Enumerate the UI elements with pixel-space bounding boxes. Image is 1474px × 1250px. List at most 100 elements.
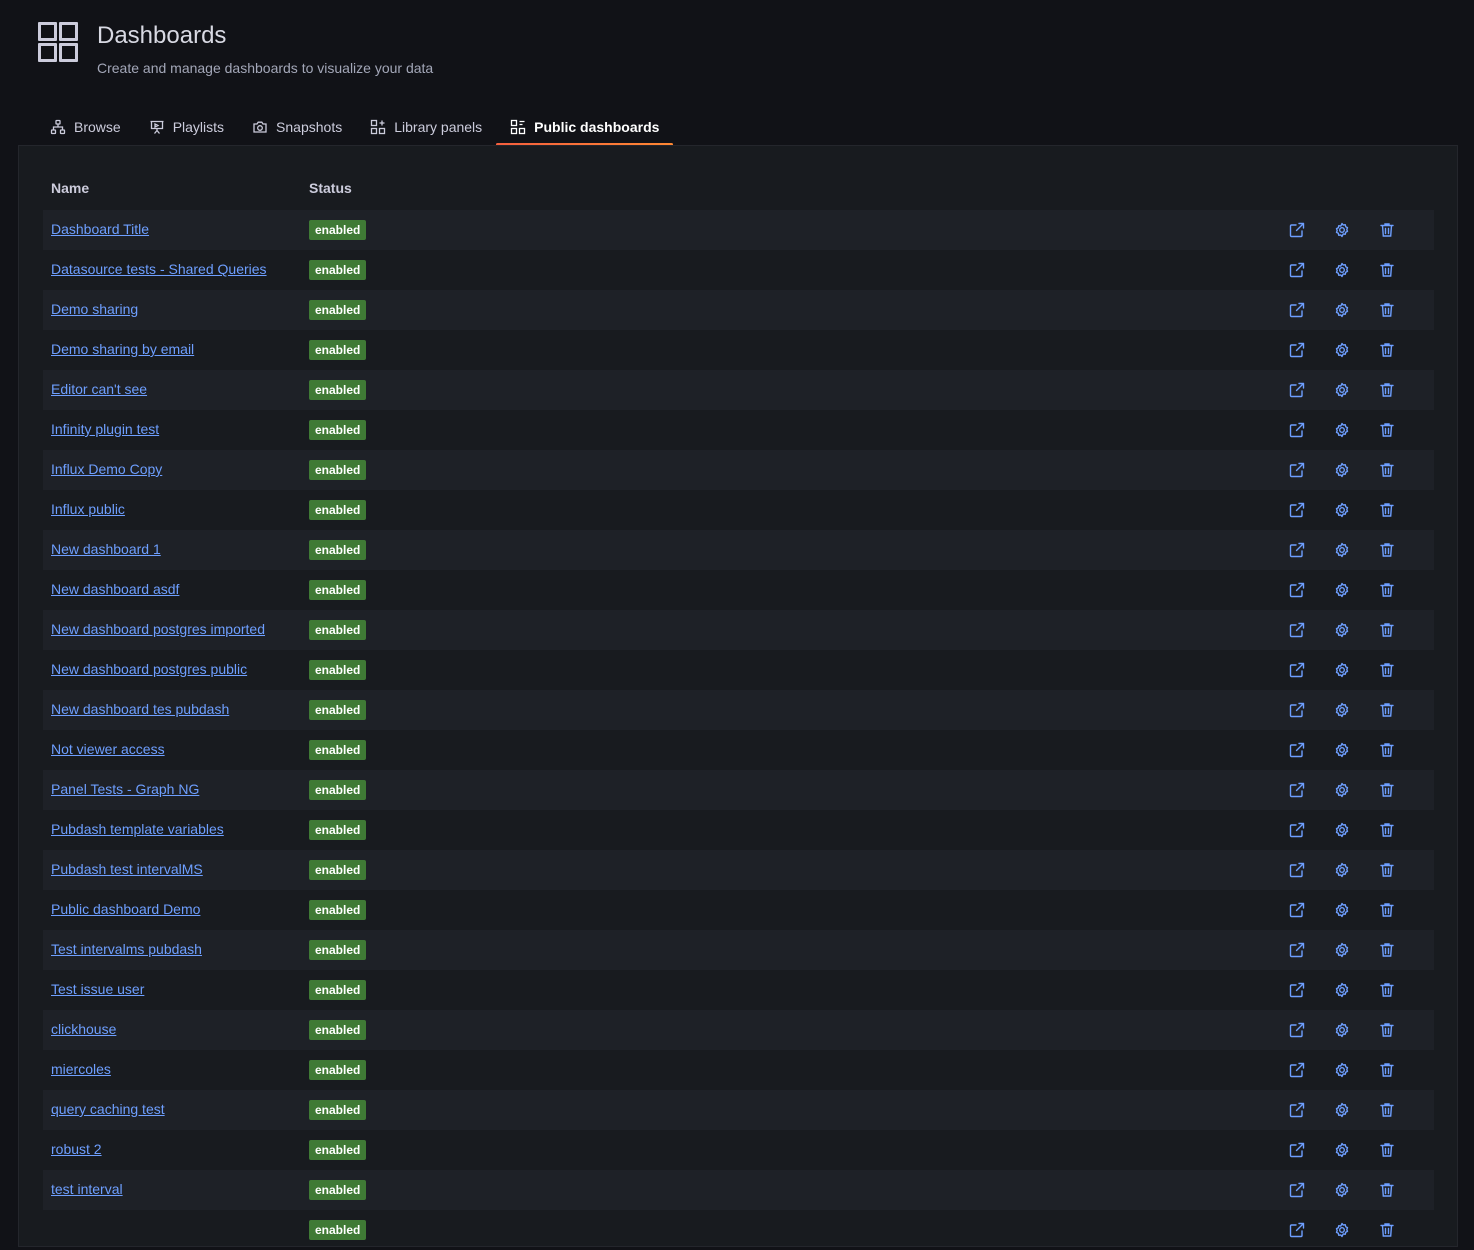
dashboard-link[interactable]: Influx Demo Copy	[51, 461, 162, 477]
open-external-button[interactable]	[1274, 334, 1319, 366]
dashboard-link[interactable]: Datasource tests - Shared Queries	[51, 261, 267, 277]
dashboard-link[interactable]: New dashboard 1	[51, 541, 161, 557]
open-external-button[interactable]	[1274, 894, 1319, 926]
configure-button[interactable]	[1319, 1214, 1364, 1246]
open-external-button[interactable]	[1274, 934, 1319, 966]
configure-button[interactable]	[1319, 1094, 1364, 1126]
configure-button[interactable]	[1319, 534, 1364, 566]
dashboard-link[interactable]: Not viewer access	[51, 741, 165, 757]
delete-button[interactable]	[1365, 574, 1410, 606]
delete-button[interactable]	[1365, 1134, 1410, 1166]
configure-button[interactable]	[1319, 974, 1364, 1006]
dashboard-link[interactable]: Editor can't see	[51, 381, 147, 397]
configure-button[interactable]	[1319, 494, 1364, 526]
configure-button[interactable]	[1319, 374, 1364, 406]
delete-button[interactable]	[1365, 334, 1410, 366]
open-external-button[interactable]	[1274, 734, 1319, 766]
dashboard-link[interactable]: query caching test	[51, 1101, 165, 1117]
open-external-button[interactable]	[1274, 214, 1319, 246]
tab-public-dashboards[interactable]: Public dashboards	[496, 108, 674, 146]
dashboard-link[interactable]: New dashboard postgres public	[51, 661, 247, 677]
open-external-button[interactable]	[1274, 1054, 1319, 1086]
delete-button[interactable]	[1365, 1174, 1410, 1206]
configure-button[interactable]	[1319, 574, 1364, 606]
delete-button[interactable]	[1365, 374, 1410, 406]
configure-button[interactable]	[1319, 894, 1364, 926]
delete-button[interactable]	[1365, 734, 1410, 766]
delete-button[interactable]	[1365, 774, 1410, 806]
configure-button[interactable]	[1319, 694, 1364, 726]
open-external-button[interactable]	[1274, 414, 1319, 446]
open-external-button[interactable]	[1274, 814, 1319, 846]
delete-button[interactable]	[1365, 534, 1410, 566]
configure-button[interactable]	[1319, 1134, 1364, 1166]
dashboard-link[interactable]: New dashboard postgres imported	[51, 621, 265, 637]
open-external-button[interactable]	[1274, 654, 1319, 686]
configure-button[interactable]	[1319, 334, 1364, 366]
delete-button[interactable]	[1365, 1214, 1410, 1246]
configure-button[interactable]	[1319, 254, 1364, 286]
configure-button[interactable]	[1319, 774, 1364, 806]
dashboard-link[interactable]: Influx public	[51, 501, 125, 517]
configure-button[interactable]	[1319, 734, 1364, 766]
dashboard-link[interactable]: Panel Tests - Graph NG	[51, 781, 199, 797]
open-external-button[interactable]	[1274, 854, 1319, 886]
dashboard-link[interactable]: Test intervalms pubdash	[51, 941, 202, 957]
dashboard-link[interactable]: Public dashboard Demo	[51, 901, 200, 917]
configure-button[interactable]	[1319, 414, 1364, 446]
open-external-button[interactable]	[1274, 294, 1319, 326]
delete-button[interactable]	[1365, 494, 1410, 526]
delete-button[interactable]	[1365, 1054, 1410, 1086]
open-external-button[interactable]	[1274, 1214, 1319, 1246]
open-external-button[interactable]	[1274, 1134, 1319, 1166]
configure-button[interactable]	[1319, 1174, 1364, 1206]
open-external-button[interactable]	[1274, 374, 1319, 406]
dashboard-link[interactable]: Infinity plugin test	[51, 421, 159, 437]
dashboard-link[interactable]: test interval	[51, 1181, 123, 1197]
delete-button[interactable]	[1365, 254, 1410, 286]
delete-button[interactable]	[1365, 854, 1410, 886]
dashboard-link[interactable]: clickhouse	[51, 1021, 116, 1037]
configure-button[interactable]	[1319, 1014, 1364, 1046]
delete-button[interactable]	[1365, 694, 1410, 726]
dashboard-link[interactable]: Dashboard Title	[51, 221, 149, 237]
delete-button[interactable]	[1365, 614, 1410, 646]
dashboard-link[interactable]: New dashboard tes pubdash	[51, 701, 229, 717]
dashboard-link[interactable]: Demo sharing	[51, 301, 138, 317]
open-external-button[interactable]	[1274, 494, 1319, 526]
open-external-button[interactable]	[1274, 774, 1319, 806]
delete-button[interactable]	[1365, 654, 1410, 686]
configure-button[interactable]	[1319, 1054, 1364, 1086]
configure-button[interactable]	[1319, 814, 1364, 846]
configure-button[interactable]	[1319, 654, 1364, 686]
dashboard-link[interactable]: robust 2	[51, 1141, 102, 1157]
delete-button[interactable]	[1365, 214, 1410, 246]
dashboard-link[interactable]: Pubdash template variables	[51, 821, 224, 837]
configure-button[interactable]	[1319, 454, 1364, 486]
open-external-button[interactable]	[1274, 974, 1319, 1006]
tab-playlists[interactable]: Playlists	[135, 108, 238, 146]
delete-button[interactable]	[1365, 1014, 1410, 1046]
dashboard-link[interactable]: Pubdash test intervalMS	[51, 861, 203, 877]
configure-button[interactable]	[1319, 214, 1364, 246]
open-external-button[interactable]	[1274, 1094, 1319, 1126]
dashboard-link[interactable]: miercoles	[51, 1061, 111, 1077]
open-external-button[interactable]	[1274, 574, 1319, 606]
delete-button[interactable]	[1365, 294, 1410, 326]
tab-browse[interactable]: Browse	[36, 108, 135, 146]
open-external-button[interactable]	[1274, 1174, 1319, 1206]
delete-button[interactable]	[1365, 934, 1410, 966]
dashboard-link[interactable]: Demo sharing by email	[51, 341, 194, 357]
open-external-button[interactable]	[1274, 614, 1319, 646]
open-external-button[interactable]	[1274, 254, 1319, 286]
delete-button[interactable]	[1365, 814, 1410, 846]
delete-button[interactable]	[1365, 1094, 1410, 1126]
configure-button[interactable]	[1319, 614, 1364, 646]
delete-button[interactable]	[1365, 414, 1410, 446]
delete-button[interactable]	[1365, 894, 1410, 926]
tab-snapshots[interactable]: Snapshots	[238, 108, 356, 146]
tab-library-panels[interactable]: Library panels	[356, 108, 496, 146]
dashboard-link[interactable]: Test issue user	[51, 981, 144, 997]
open-external-button[interactable]	[1274, 454, 1319, 486]
open-external-button[interactable]	[1274, 534, 1319, 566]
